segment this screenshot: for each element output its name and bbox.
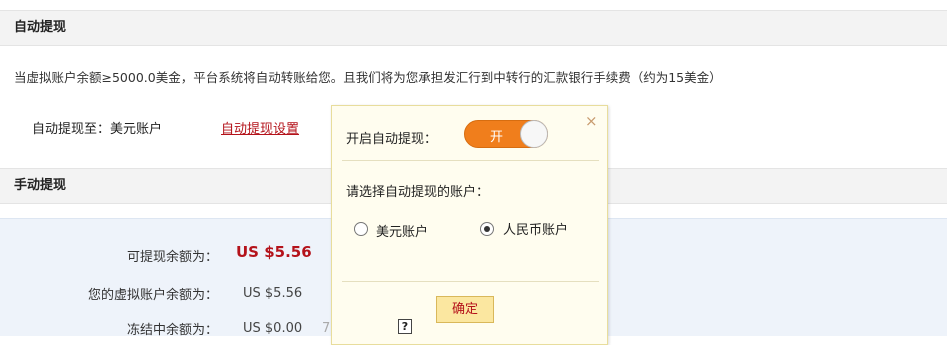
withdrawable-balance-label: 可提现余额为： <box>126 250 218 265</box>
auto-withdraw-settings-link[interactable]: 自动提现设置 <box>221 118 299 137</box>
withdrawable-balance-value: US $5.56 <box>236 243 312 261</box>
truncated-text: 7 <box>322 321 331 336</box>
help-icon[interactable]: ? <box>398 319 412 334</box>
cny-account-radio[interactable] <box>480 222 494 236</box>
select-account-label: 请选择自动提现的账户： <box>346 185 490 200</box>
close-icon[interactable]: × <box>585 112 598 130</box>
auto-withdraw-header: 自动提现 <box>0 10 947 46</box>
virtual-balance-label: 您的虚拟账户余额为： <box>87 288 218 303</box>
enable-auto-withdraw-toggle[interactable]: 开 <box>464 120 548 148</box>
frozen-balance-value: US $0.00 <box>243 321 303 336</box>
frozen-balance-label: 冻结中余额为： <box>126 323 218 338</box>
auto-withdraw-notice: 当虚拟账户余额≥5000.0美金，平台系统将自动转账给您。且我们将为您承担发汇行… <box>14 70 722 85</box>
toggle-knob <box>520 120 548 148</box>
usd-account-radio[interactable] <box>354 222 368 236</box>
usd-account-label[interactable]: 美元账户 <box>376 221 428 240</box>
auto-withdraw-target: 自动提现至：美元账户 <box>32 122 163 137</box>
auto-withdraw-popup: × 开启自动提现： 开 请选择自动提现的账户： 美元账户 人民币账户 确定 ? <box>331 105 608 345</box>
confirm-button[interactable]: 确定 <box>436 296 494 323</box>
enable-auto-withdraw-label: 开启自动提现： <box>346 132 438 147</box>
toggle-state-label: 开 <box>490 130 504 145</box>
popup-divider <box>342 160 599 161</box>
popup-divider <box>342 281 599 282</box>
cny-account-label[interactable]: 人民币账户 <box>503 221 583 240</box>
virtual-balance-value: US $5.56 <box>243 286 303 301</box>
